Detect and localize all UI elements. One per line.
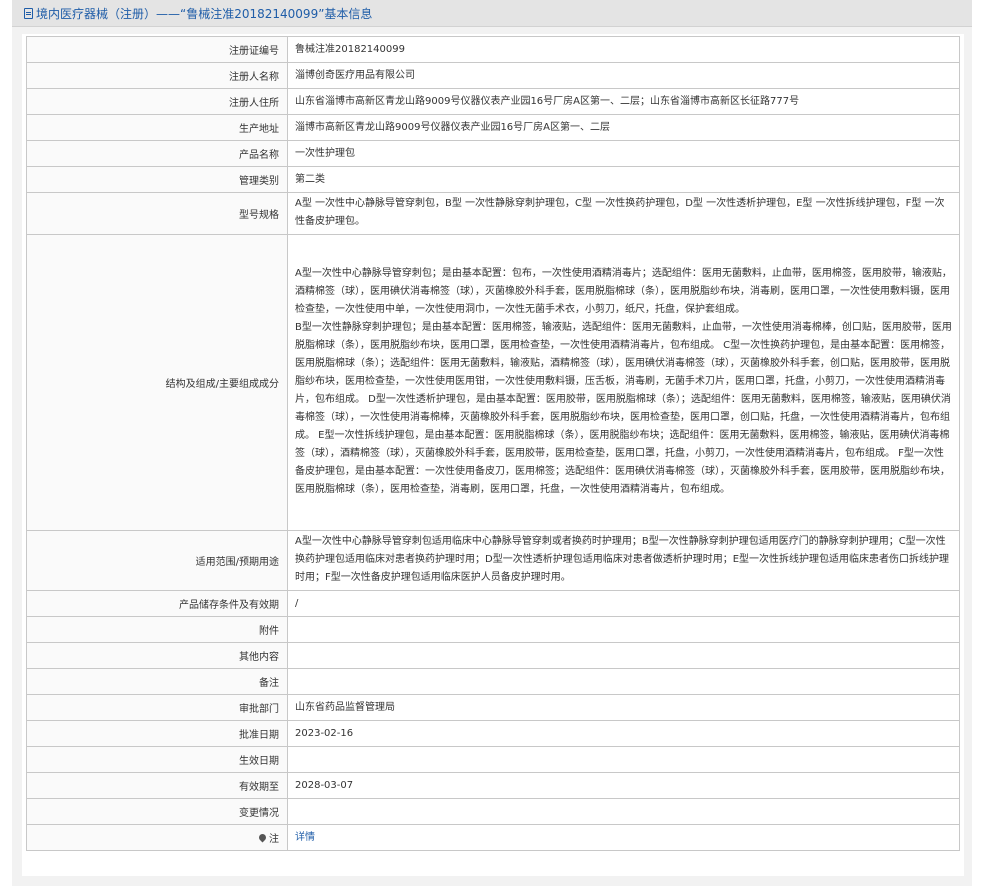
row-label: 变更情况 — [26, 798, 288, 825]
page-frame: 境内医疗器械（注册）——“鲁械注准20182140099”基本信息 注册证编号鲁… — [12, 0, 972, 886]
table-row: 管理类别 第二类 — [26, 166, 960, 193]
row-label: 注册证编号 — [26, 36, 288, 63]
row-label: 注 — [26, 824, 288, 851]
row-value: 第二类 — [287, 166, 960, 193]
table-row: 附件 — [26, 616, 960, 643]
row-label: 其他内容 — [26, 642, 288, 669]
row-value — [287, 798, 960, 825]
row-label: 管理类别 — [26, 166, 288, 193]
table-row: 审批部门 山东省药品监督管理局 — [26, 694, 960, 721]
document-icon — [24, 7, 33, 19]
row-label: 产品名称 — [26, 140, 288, 167]
row-label: 型号规格 — [26, 192, 288, 235]
table-row: 注册人名称 淄博创奇医疗用品有限公司 — [26, 62, 960, 89]
row-value — [287, 668, 960, 695]
detail-table: 注册证编号 鲁械注准20182140099 注册人名称 淄博创奇医疗用品有限公司 注册人… — [26, 36, 960, 851]
page-title: 境内医疗器械（注册）——“鲁械注准20182140099”基本信息 — [36, 6, 373, 21]
row-label: 产品储存条件及有效期 — [26, 590, 288, 617]
table-row: 结构及组成/主要组成成分 A型一次性中心静脉导管穿刺包；是由基本配置：包布，一次性… — [26, 234, 960, 531]
row-value: 2023-02-16 — [287, 720, 960, 747]
row-value: / — [287, 590, 960, 617]
row-value: A型一次性中心静脉导管穿刺包；是由基本配置：包布，一次性使用酒精消毒片；选配组件… — [287, 234, 960, 531]
row-value: 山东省药品监督管理局 — [287, 694, 960, 721]
table-row: 生产地址 淄博市高新区青龙山路9009号仪器仪表产业园16号厂房A区第一、二层 — [26, 114, 960, 141]
row-value — [287, 616, 960, 643]
row-value: A型一次性中心静脉导管穿刺包适用临床中心静脉导管穿刺或者换药时护理用；B型一次性… — [287, 530, 960, 591]
detail-panel: 注册证编号 鲁械注准20182140099 注册人名称 淄博创奇医疗用品有限公司 注册人… — [22, 34, 964, 876]
table-row: 有效期至 2028-03-07 — [26, 772, 960, 799]
row-label: 注册人名称 — [26, 62, 288, 89]
table-row: 注册证编号 鲁械注准20182140099 — [26, 36, 960, 63]
table-row: 备注 — [26, 668, 960, 695]
table-row: 批准日期 2023-02-16 — [26, 720, 960, 747]
row-value — [287, 746, 960, 773]
row-value: 鲁械注准20182140099 — [287, 36, 960, 63]
row-value — [287, 642, 960, 669]
table-row: 变更情况 — [26, 798, 960, 825]
row-value: 淄博创奇医疗用品有限公司 — [287, 62, 960, 89]
row-value: 淄博市高新区青龙山路9009号仪器仪表产业园16号厂房A区第一、二层 — [287, 114, 960, 141]
row-label: 审批部门 — [26, 694, 288, 721]
row-value: 山东省淄博市高新区青龙山路9009号仪器仪表产业园16号厂房A区第一、二层；山东… — [287, 88, 960, 115]
pin-icon — [257, 832, 268, 843]
row-label: 注册人住所 — [26, 88, 288, 115]
row-value: 详情 — [287, 824, 960, 851]
row-label: 生产地址 — [26, 114, 288, 141]
row-label: 生效日期 — [26, 746, 288, 773]
table-row: 注册人住所 山东省淄博市高新区青龙山路9009号仪器仪表产业园16号厂房A区第一、… — [26, 88, 960, 115]
row-label: 有效期至 — [26, 772, 288, 799]
page-header: 境内医疗器械（注册）——“鲁械注准20182140099”基本信息 — [12, 0, 972, 27]
row-label: 结构及组成/主要组成成分 — [26, 234, 288, 531]
details-link[interactable]: 详情 — [295, 832, 315, 843]
row-value: A型 一次性中心静脉导管穿刺包，B型 一次性静脉穿刺护理包，C型 一次性换药护理… — [287, 192, 960, 235]
table-row: 型号规格 A型 一次性中心静脉导管穿刺包，B型 一次性静脉穿刺护理包，C型 一次性… — [26, 192, 960, 235]
row-value: 2028-03-07 — [287, 772, 960, 799]
table-row: 产品储存条件及有效期 / — [26, 590, 960, 617]
row-label: 附件 — [26, 616, 288, 643]
row-label: 适用范围/预期用途 — [26, 530, 288, 591]
table-row: 其他内容 — [26, 642, 960, 669]
table-row: 适用范围/预期用途 A型一次性中心静脉导管穿刺包适用临床中心静脉导管穿刺或者换药时… — [26, 530, 960, 591]
row-label: 批准日期 — [26, 720, 288, 747]
table-row-note: 注 详情 — [26, 824, 960, 851]
table-row: 产品名称 一次性护理包 — [26, 140, 960, 167]
table-row: 生效日期 — [26, 746, 960, 773]
row-value: 一次性护理包 — [287, 140, 960, 167]
row-label: 备注 — [26, 668, 288, 695]
